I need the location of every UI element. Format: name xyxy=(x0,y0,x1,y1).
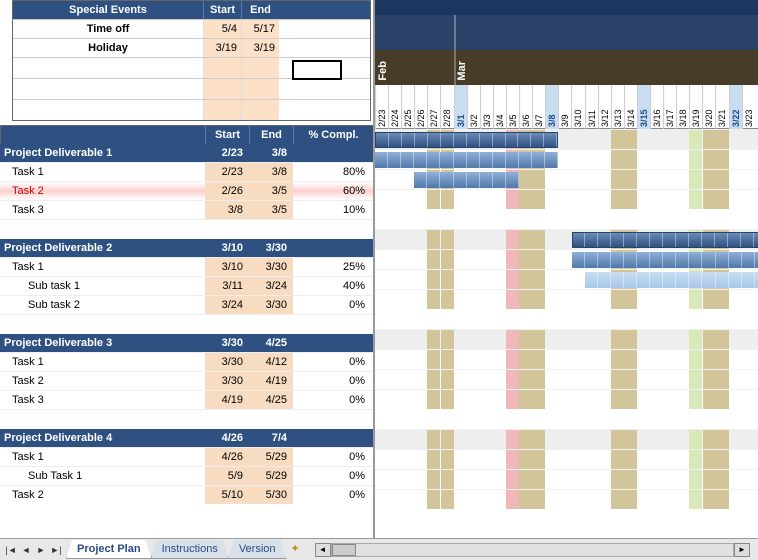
month-label: Mar xyxy=(456,61,468,81)
gantt-row-header xyxy=(375,429,758,449)
event-row-empty[interactable] xyxy=(13,99,370,120)
date-cell: 3/11 xyxy=(585,85,598,129)
tab-version[interactable]: Version xyxy=(228,540,287,559)
gantt-row xyxy=(375,349,758,369)
month-label: Feb xyxy=(377,61,389,81)
gantt-row-header xyxy=(375,129,758,149)
deliverable-header[interactable]: Project Deliverable 23/103/30 xyxy=(0,239,373,257)
date-cell: 3/5 xyxy=(506,85,519,129)
date-cell: 2/26 xyxy=(414,85,427,129)
task-row[interactable]: Sub task 13/113/2440% xyxy=(0,276,373,295)
date-cell: 3/17 xyxy=(663,85,676,129)
task-row[interactable]: Task 13/103/3025% xyxy=(0,257,373,276)
date-cell: 3/20 xyxy=(702,85,715,129)
deliverable-header[interactable]: Project Deliverable 44/267/4 xyxy=(0,429,373,447)
gantt-row xyxy=(375,469,758,489)
events-col-start: Start xyxy=(203,1,241,19)
gantt-panel: Feb Mar 2/232/242/252/262/272/283/13/23/3… xyxy=(375,0,758,538)
date-cell: 3/9 xyxy=(558,85,571,129)
next-sheet-button[interactable]: ► xyxy=(34,543,48,557)
gantt-bar[interactable] xyxy=(572,252,758,268)
tab-project-plan[interactable]: Project Plan xyxy=(66,540,152,559)
task-row[interactable]: Sub task 23/243/300% xyxy=(0,295,373,314)
deliverable-header[interactable]: Project Deliverable 12/233/8 xyxy=(0,144,373,162)
new-sheet-icon[interactable]: ✦ xyxy=(291,542,307,558)
date-cell: 2/27 xyxy=(427,85,440,129)
sheet-tabs: |◄ ◄ ► ►| Project Plan Instructions Vers… xyxy=(0,538,758,560)
date-cell: 3/19 xyxy=(689,85,702,129)
gantt-row xyxy=(375,149,758,169)
gantt-row xyxy=(375,189,758,209)
date-cell: 2/25 xyxy=(401,85,414,129)
date-cell: 2/28 xyxy=(440,85,453,129)
active-cell[interactable] xyxy=(292,60,342,80)
gantt-bar[interactable] xyxy=(375,132,558,148)
tab-instructions[interactable]: Instructions xyxy=(151,540,229,559)
events-col-end: End xyxy=(241,1,279,19)
task-columns-header: Start End % Compl. xyxy=(0,125,373,144)
task-row[interactable]: Task 33/83/510% xyxy=(0,200,373,219)
date-cell: 3/3 xyxy=(480,85,493,129)
date-cell: 3/7 xyxy=(532,85,545,129)
last-sheet-button[interactable]: ►| xyxy=(49,543,63,557)
gantt-bar[interactable] xyxy=(414,172,519,188)
deliverable-header[interactable]: Project Deliverable 33/304/25 xyxy=(0,334,373,352)
task-row[interactable]: Task 34/194/250% xyxy=(0,390,373,409)
gantt-row xyxy=(375,369,758,389)
date-cell: 3/21 xyxy=(715,85,728,129)
task-row[interactable]: Sub Task 15/95/290% xyxy=(0,466,373,485)
gantt-row xyxy=(375,389,758,409)
prev-sheet-button[interactable]: ◄ xyxy=(19,543,33,557)
date-cell: 3/10 xyxy=(571,85,584,129)
gantt-bar[interactable] xyxy=(585,272,758,288)
date-cell: 3/23 xyxy=(742,85,755,129)
scroll-left-button[interactable]: ◄ xyxy=(315,543,331,557)
task-row[interactable]: Task 23/304/190% xyxy=(0,371,373,390)
scroll-right-button[interactable]: ► xyxy=(734,543,750,557)
date-cell: 3/6 xyxy=(519,85,532,129)
date-cell: 3/13 xyxy=(611,85,624,129)
gantt-row xyxy=(375,489,758,509)
events-title: Special Events xyxy=(13,1,203,19)
gantt-row xyxy=(375,449,758,469)
date-cell: 3/4 xyxy=(493,85,506,129)
date-cell: 3/1 xyxy=(454,85,467,129)
task-row[interactable]: Task 25/105/300% xyxy=(0,485,373,504)
event-row-empty[interactable] xyxy=(13,78,370,99)
gantt-row xyxy=(375,169,758,189)
date-cell: 2/23 xyxy=(375,85,388,129)
gantt-row-header xyxy=(375,229,758,249)
gantt-bar[interactable] xyxy=(375,152,558,168)
date-cell: 3/14 xyxy=(624,85,637,129)
timeline-header: Feb Mar 2/232/242/252/262/272/283/13/23/3… xyxy=(375,0,758,129)
task-row[interactable]: Task 22/263/560% xyxy=(0,181,373,200)
task-row[interactable]: Task 14/265/290% xyxy=(0,447,373,466)
date-cell: 2/24 xyxy=(388,85,401,129)
gantt-row xyxy=(375,249,758,269)
gantt-bar[interactable] xyxy=(572,232,758,248)
gantt-row-header xyxy=(375,329,758,349)
gantt-row xyxy=(375,289,758,309)
date-cell: 3/15 xyxy=(637,85,650,129)
event-row[interactable]: Time off 5/4 5/17 xyxy=(13,19,370,38)
date-cell: 3/8 xyxy=(545,85,558,129)
gantt-row xyxy=(375,269,758,289)
task-row[interactable]: Task 13/304/120% xyxy=(0,352,373,371)
date-cell: 3/2 xyxy=(467,85,480,129)
date-cell: 3/18 xyxy=(676,85,689,129)
left-panel: Special Events Start End Time off 5/4 5/… xyxy=(0,0,375,538)
date-cell: 3/16 xyxy=(650,85,663,129)
first-sheet-button[interactable]: |◄ xyxy=(4,543,18,557)
date-cell: 3/22 xyxy=(729,85,742,129)
event-row[interactable]: Holiday 3/19 3/19 xyxy=(13,38,370,57)
horizontal-scrollbar[interactable] xyxy=(331,543,734,557)
date-cell: 3/12 xyxy=(598,85,611,129)
scrollbar-thumb[interactable] xyxy=(332,544,356,556)
task-row[interactable]: Task 12/233/880% xyxy=(0,162,373,181)
